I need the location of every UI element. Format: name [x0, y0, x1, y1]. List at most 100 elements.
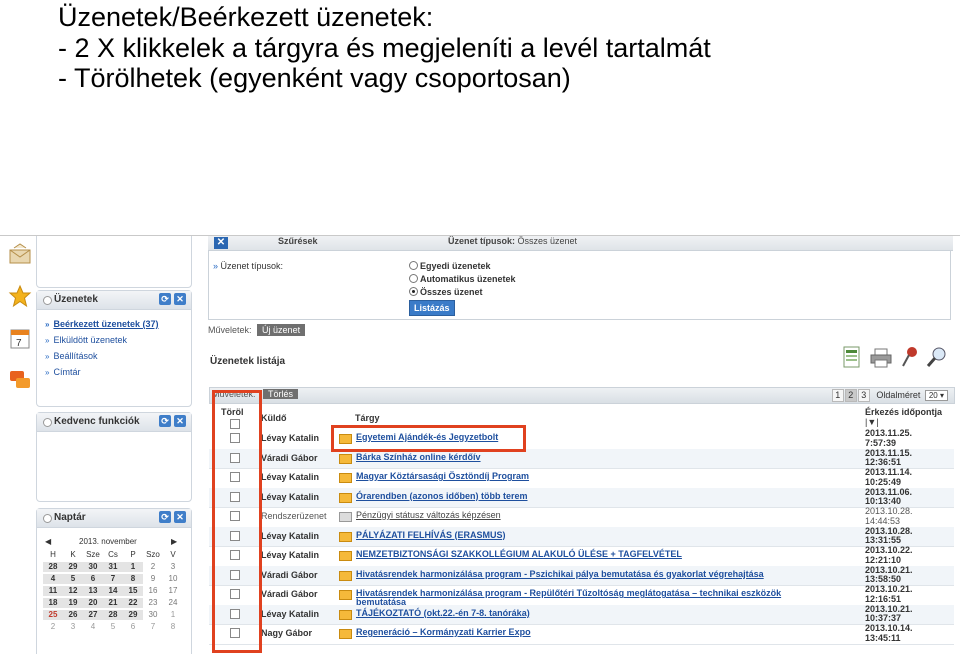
close-icon[interactable]: ✕ [174, 293, 186, 305]
calendar-day[interactable]: 19 [63, 598, 83, 608]
envelope-icon[interactable] [8, 242, 32, 266]
table-row[interactable]: Lévay Katalin Magyar Köztársasági Ösztönd… [209, 467, 954, 489]
radio-individual[interactable]: Egyedi üzenetek [409, 261, 491, 271]
table-row[interactable]: Váradi Gábor Hivatásrendek harmonizálása … [209, 565, 954, 586]
calendar-day[interactable]: 29 [63, 562, 83, 572]
refresh-icon[interactable]: ⟳ [159, 415, 171, 427]
excel-export-icon[interactable] [842, 346, 862, 368]
row-subject-link[interactable]: Regeneráció – Kormányzati Karrier Expo [356, 628, 531, 637]
calendar-day[interactable]: 30 [83, 562, 103, 572]
close-icon[interactable]: ✕ [174, 415, 186, 427]
calendar-day[interactable]: 7 [103, 574, 123, 584]
calendar-day[interactable]: 3 [163, 562, 183, 572]
calendar-day[interactable]: 11 [43, 586, 63, 596]
sidebar-item-addressbook[interactable]: » Címtár [45, 367, 80, 377]
calendar-icon[interactable]: 7 [8, 326, 32, 350]
calendar-day[interactable]: 20 [83, 598, 103, 608]
printer-icon[interactable] [870, 348, 892, 368]
page-3[interactable]: 3 [857, 389, 870, 402]
radio-circle[interactable] [409, 261, 418, 270]
chat-icon[interactable] [8, 368, 32, 392]
calendar-day[interactable]: 21 [103, 598, 123, 608]
search-icon[interactable] [926, 346, 948, 368]
calendar-day[interactable]: 7 [143, 622, 163, 632]
calendar-day[interactable]: 3 [63, 622, 83, 632]
calendar-day[interactable]: 26 [63, 610, 83, 620]
calendar-day[interactable]: 1 [163, 610, 183, 620]
table-row[interactable]: Lévay Katalin NEMZETBIZTONSÁGI SZAKKOLLÉG… [209, 545, 954, 567]
sidebar-item-sent[interactable]: » Elküldött üzenetek [45, 335, 127, 345]
calendar-day[interactable]: 14 [103, 586, 123, 596]
radio-automatic[interactable]: Automatikus üzenetek [409, 274, 516, 284]
calendar-day[interactable]: 4 [43, 574, 63, 584]
table-row[interactable]: Lévay Katalin TÁJÉKOZTATÓ (okt.22.-én 7-8… [209, 604, 954, 625]
row-subject-link[interactable]: Hivatásrendek harmonizálása program - Ps… [356, 569, 764, 579]
refresh-icon[interactable]: ⟳ [159, 293, 171, 305]
calendar-day[interactable]: 6 [83, 574, 103, 584]
calendar-day[interactable]: 17 [163, 586, 183, 596]
page-1[interactable]: 1 [831, 389, 844, 402]
calendar-day[interactable]: 2 [43, 622, 63, 632]
col-date[interactable]: Érkezés időpontja [865, 407, 942, 417]
row-subject-link[interactable]: Órarendben (azonos időben) több terem [356, 491, 528, 501]
calendar-day[interactable]: 24 [163, 598, 183, 608]
calendar-day[interactable]: 31 [103, 562, 123, 572]
sidebar-item-inbox[interactable]: » Beérkezett üzenetek (37) [45, 319, 159, 329]
calendar-day[interactable]: 23 [143, 598, 163, 608]
sort-icon[interactable]: |▼| [865, 417, 879, 427]
calendar-day[interactable]: 13 [83, 586, 103, 596]
row-subject-link[interactable]: PÁLYÁZATI FELHÍVÁS (ERASMUS) [356, 530, 506, 540]
calendar-day[interactable]: 4 [83, 622, 103, 632]
table-row[interactable]: Nagy Gábor Regeneráció – Kormányzati Karr… [209, 623, 954, 645]
pin-icon[interactable] [900, 346, 920, 368]
calendar-day[interactable]: 18 [43, 598, 63, 608]
table-row[interactable]: Váradi Gábor Hivatásrendek harmonizálása … [209, 584, 954, 607]
row-subject-link[interactable]: Pénzügyi státusz változás képzésen [356, 511, 501, 520]
calendar-day[interactable]: 15 [123, 586, 143, 596]
star-icon[interactable] [8, 284, 32, 308]
calendar-day[interactable]: 10 [163, 574, 183, 584]
radio-circle[interactable] [409, 274, 418, 283]
calendar-day[interactable]: 28 [103, 610, 123, 620]
table-row[interactable]: Lévay Katalin PÁLYÁZATI FELHÍVÁS (ERASMUS… [209, 526, 954, 547]
calendar-day[interactable]: 29 [123, 610, 143, 620]
calendar-day[interactable]: 16 [143, 586, 163, 596]
row-subject-link[interactable]: TÁJÉKOZTATÓ (okt.22.-én 7-8. tanóráka) [356, 608, 530, 618]
calendar-day[interactable]: 12 [63, 586, 83, 596]
calendar-day[interactable]: 25 [43, 610, 63, 620]
refresh-icon[interactable]: ⟳ [159, 511, 171, 523]
collapse-icon[interactable]: ✕ [214, 237, 228, 249]
calendar-day[interactable]: 2 [143, 562, 163, 572]
table-row[interactable]: Rendszerüzenet Pénzügyi státusz változás … [209, 506, 954, 528]
col-sender[interactable]: Küldő [261, 413, 287, 423]
table-row[interactable]: Lévay Katalin Egyetemi Ajándék-és Jegyzet… [209, 428, 954, 450]
calendar-day[interactable]: 1 [123, 562, 143, 572]
table-row[interactable]: Váradi Gábor Bárka Színház online kérdőív… [209, 448, 954, 469]
radio-all[interactable]: Összes üzenet [409, 287, 483, 297]
calendar-day[interactable]: 5 [63, 574, 83, 584]
next-month-icon[interactable]: ▶ [171, 537, 177, 546]
calendar-day[interactable]: 5 [103, 622, 123, 632]
delete-button[interactable]: Törlés [263, 389, 299, 399]
calendar-day[interactable]: 22 [123, 598, 143, 608]
sidebar-item-settings[interactable]: » Beállítások [45, 351, 97, 361]
table-row[interactable]: Lévay Katalin Órarendben (azonos időben) … [209, 487, 954, 508]
new-message-button[interactable]: Új üzenet [257, 324, 306, 336]
col-subject[interactable]: Tárgy [355, 413, 380, 423]
calendar-day[interactable]: 8 [123, 574, 143, 584]
calendar-day[interactable]: 6 [123, 622, 143, 632]
row-subject-link[interactable]: NEMZETBIZTONSÁGI SZAKKOLLÉGIUM ALAKULÓ Ü… [356, 550, 682, 559]
list-button[interactable]: Listázás [409, 300, 455, 316]
row-subject-link[interactable]: Magyar Köztársasági Ösztöndíj Program [356, 472, 529, 481]
prev-month-icon[interactable]: ◀ [45, 537, 51, 546]
close-icon[interactable]: ✕ [174, 511, 186, 523]
calendar-day[interactable]: 9 [143, 574, 163, 584]
calendar-day[interactable]: 8 [163, 622, 183, 632]
row-subject-link[interactable]: Bárka Színház online kérdőív [356, 452, 481, 462]
calendar-day[interactable]: 27 [83, 610, 103, 620]
page-size-select[interactable]: 20 ▾ [924, 390, 948, 401]
page-2[interactable]: 2 [844, 389, 857, 402]
calendar-day[interactable]: 30 [143, 610, 163, 620]
calendar-day[interactable]: 28 [43, 562, 63, 572]
radio-circle[interactable] [409, 287, 418, 296]
